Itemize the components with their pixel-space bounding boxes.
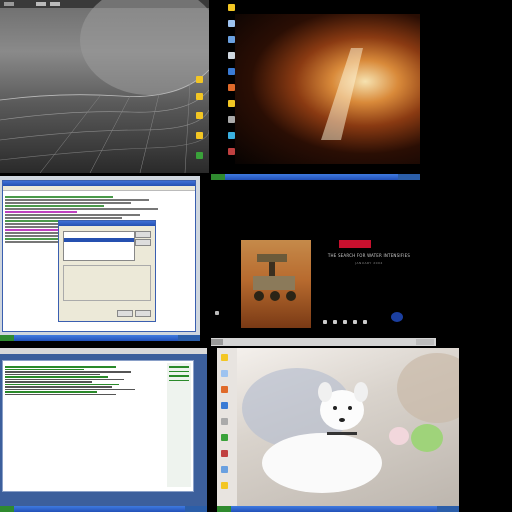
dialog-titlebar[interactable] [59,221,155,226]
system-tray [437,506,459,512]
wireframe-terrain [0,0,209,173]
cancel-button[interactable] [135,310,151,317]
desktop-icon[interactable] [221,386,228,393]
start-button[interactable] [0,335,14,341]
start-button[interactable] [217,506,231,512]
banner-title: THE SEARCH FOR WATER INTENSIFIES [327,253,411,258]
properties-dialog[interactable] [58,220,156,322]
system-tray [178,335,200,341]
dialog-list[interactable] [63,231,135,261]
start-button[interactable] [211,174,225,180]
my-documents-icon[interactable] [228,4,235,11]
wallpaper-dog-photo [237,348,459,506]
desktop-icon[interactable] [221,450,228,457]
app-icon[interactable] [228,116,235,123]
taskbar[interactable] [211,174,420,180]
system-tray [416,339,434,345]
desktop-icon[interactable] [221,466,228,473]
mission-logo [339,240,371,248]
folder-icon[interactable] [196,132,203,139]
app-icon[interactable] [196,152,203,159]
system-tray [185,506,207,512]
desktop-screenshot-4: THE SEARCH FOR WATER INTENSIFIES JANUARY… [211,236,436,346]
desktop-icon[interactable] [221,354,228,361]
desktop-screenshot-1 [0,0,209,173]
browser-icon[interactable] [228,68,235,75]
desktop-icon[interactable] [221,370,228,377]
side-panel[interactable] [167,363,191,487]
folder-icon[interactable] [196,76,203,83]
desktop-screenshot-2 [211,0,420,180]
rover-photo [241,240,311,328]
desktop-icon[interactable] [323,320,327,324]
desktop-icon[interactable] [221,418,228,425]
desktop-screenshot-5 [0,348,207,512]
taskbar[interactable] [217,506,459,512]
recycle-bin-icon[interactable] [228,52,235,59]
folder-icon[interactable] [228,100,235,107]
desktop-icon[interactable] [221,482,228,489]
desktop-screenshot-3 [0,176,200,341]
app-icon[interactable] [228,84,235,91]
desktop-icon[interactable] [221,434,228,441]
system-tray [398,174,420,180]
nasa-logo-icon [391,312,403,322]
taskbar[interactable] [211,338,436,346]
desktop-screenshot-6 [217,348,459,512]
desktop-icon[interactable] [363,320,367,324]
main-toolbar[interactable] [0,348,207,354]
desktop-icon[interactable] [343,320,347,324]
dialog-button[interactable] [135,239,151,246]
network-icon[interactable] [228,36,235,43]
app-icon[interactable] [228,132,235,139]
app-icon[interactable] [228,148,235,155]
editor-lines [5,365,163,396]
folder-icon[interactable] [196,112,203,119]
desktop-icon[interactable] [333,320,337,324]
taskbar[interactable] [0,335,200,341]
dialog-button[interactable] [135,231,151,238]
desktop-icon[interactable] [215,311,219,315]
start-button[interactable] [211,339,223,345]
desktop-icon[interactable] [221,402,228,409]
folder-icon[interactable] [196,93,203,100]
code-editor[interactable] [2,360,194,492]
banner-subtitle: JANUARY 2004 [355,261,383,265]
ok-button[interactable] [117,310,133,317]
start-button[interactable] [0,506,14,512]
my-computer-icon[interactable] [228,20,235,27]
dialog-options[interactable] [63,265,151,301]
taskbar[interactable] [0,506,207,512]
desktop-icon[interactable] [353,320,357,324]
cave-lightbeam [321,48,363,140]
menu-bar[interactable] [3,186,195,191]
